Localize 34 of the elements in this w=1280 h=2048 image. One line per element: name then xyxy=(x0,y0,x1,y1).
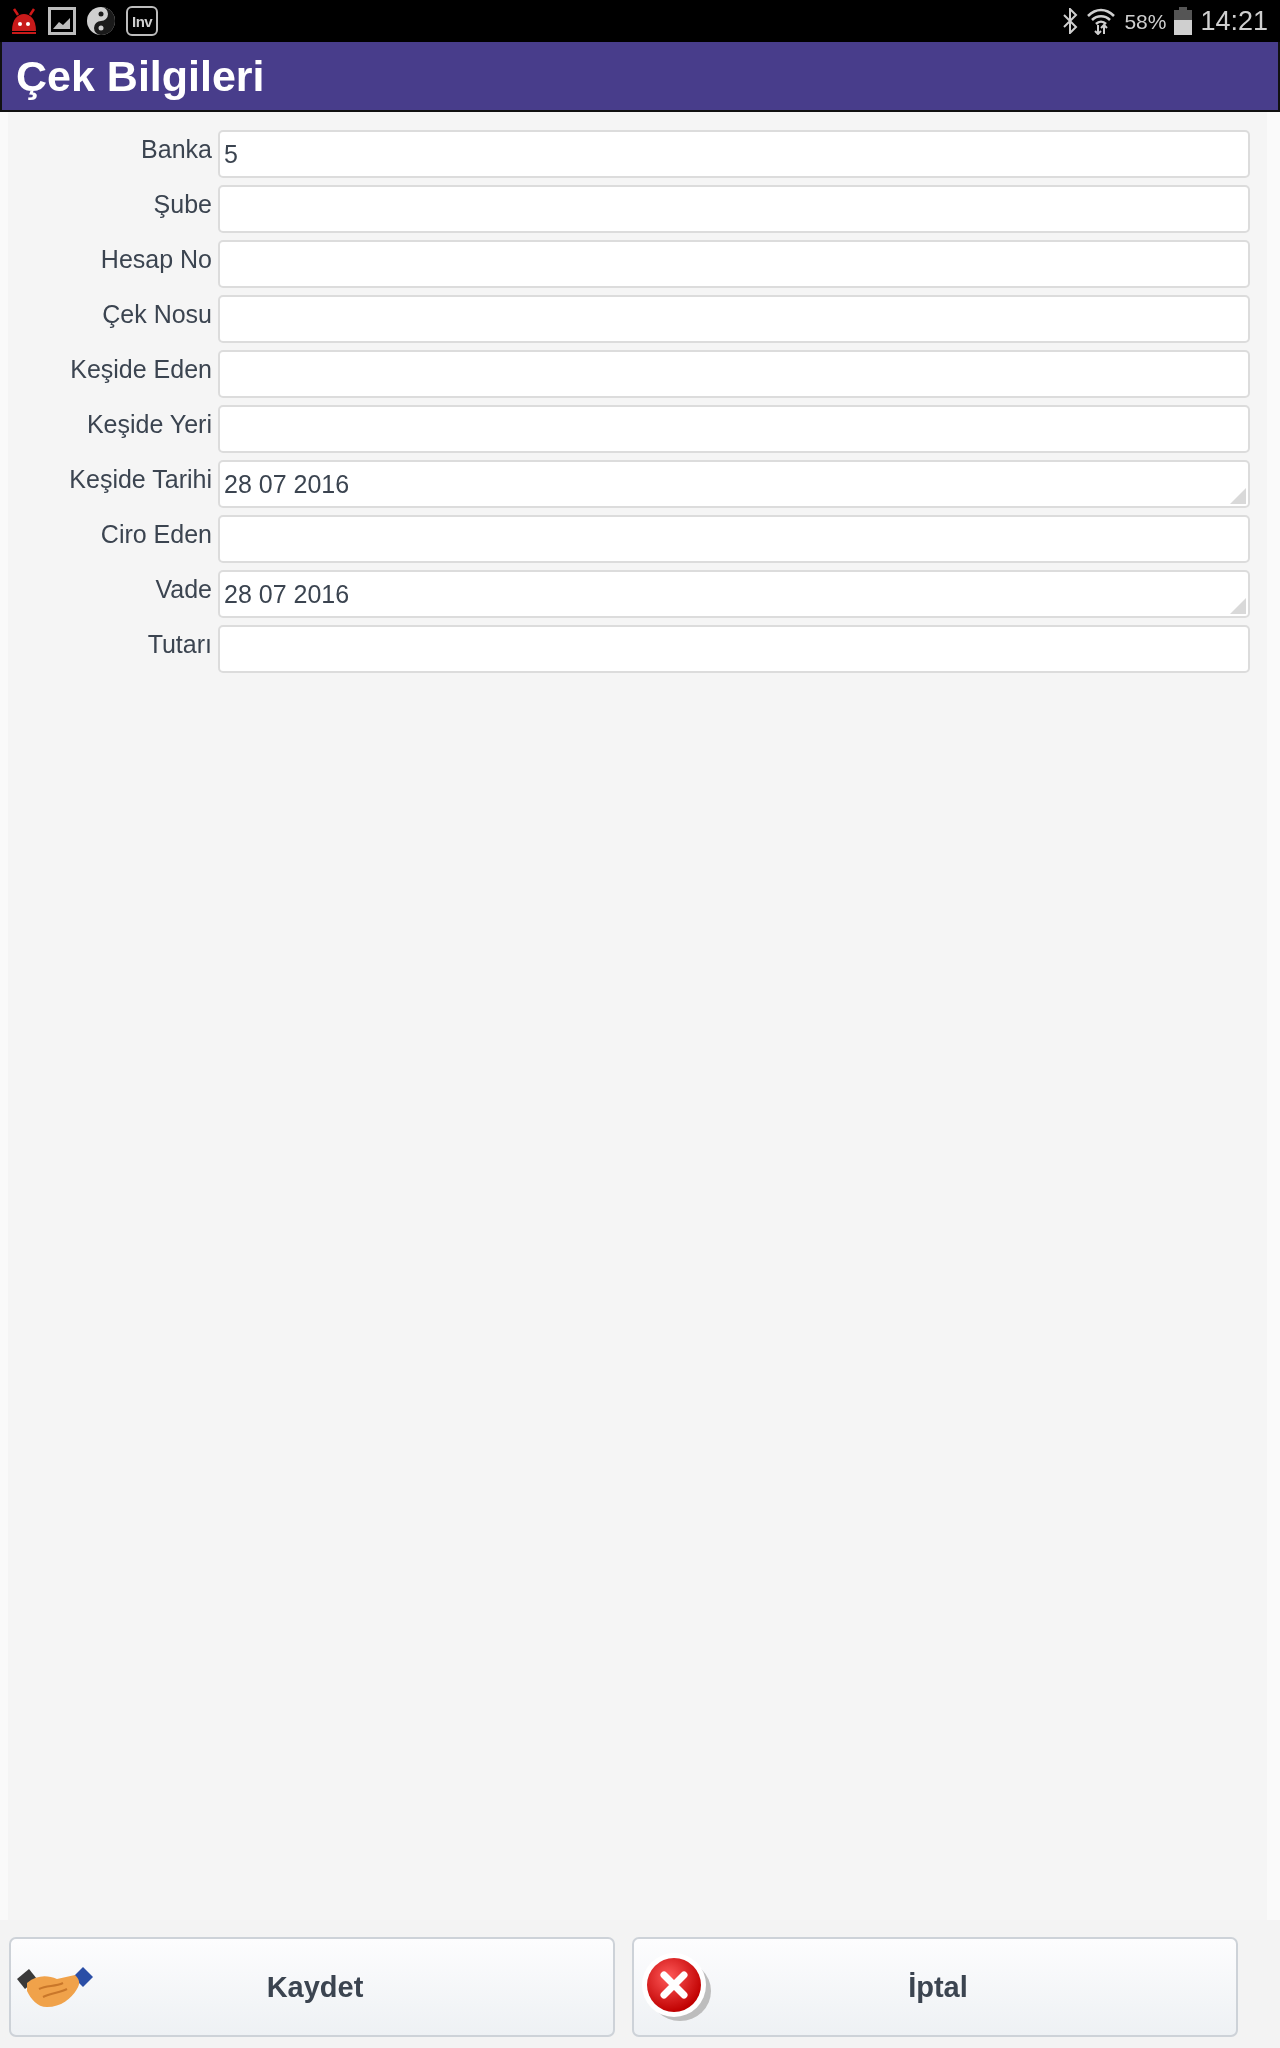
bluetooth-icon xyxy=(1062,8,1079,34)
yin-yang-icon xyxy=(86,6,116,36)
date-field[interactable]: 28 07 2016 xyxy=(218,570,1250,618)
robot-icon xyxy=(10,7,38,35)
input-field[interactable] xyxy=(218,515,1250,563)
date-field[interactable]: 28 07 2016 xyxy=(218,460,1250,508)
resize-grip-icon xyxy=(1230,488,1246,504)
battery-icon xyxy=(1174,7,1193,35)
field-label: Çek Nosu xyxy=(102,299,212,329)
field-label: Şube xyxy=(153,189,212,219)
input-field[interactable] xyxy=(218,350,1250,398)
field-label: Tutarı xyxy=(147,629,212,659)
field-label: Ciro Eden xyxy=(100,519,212,549)
cancel-button[interactable]: İptal xyxy=(632,1937,1238,2037)
field-label: Keşide Eden xyxy=(70,354,212,384)
input-field[interactable] xyxy=(218,405,1250,453)
image-icon xyxy=(48,7,76,35)
input-field[interactable] xyxy=(218,185,1250,233)
field-label: Hesap No xyxy=(100,244,212,274)
battery-percent: 58% xyxy=(1124,10,1167,32)
wifi-icon xyxy=(1086,7,1117,35)
resize-grip-icon xyxy=(1230,598,1246,614)
page-title: Çek Bilgileri xyxy=(16,54,265,98)
app-notification-icon: Inv xyxy=(126,6,159,36)
input-field[interactable] xyxy=(218,625,1250,673)
save-button[interactable]: Kaydet xyxy=(9,1937,615,2037)
field-label: Banka xyxy=(141,134,212,164)
input-field[interactable]: 5 xyxy=(218,130,1250,178)
field-label: Keşide Yeri xyxy=(86,409,212,439)
input-field[interactable] xyxy=(218,295,1250,343)
field-label: Vade xyxy=(155,574,212,604)
clock-time: 14:21 xyxy=(1200,7,1268,35)
field-label: Keşide Tarihi xyxy=(69,464,212,494)
input-field[interactable] xyxy=(218,240,1250,288)
